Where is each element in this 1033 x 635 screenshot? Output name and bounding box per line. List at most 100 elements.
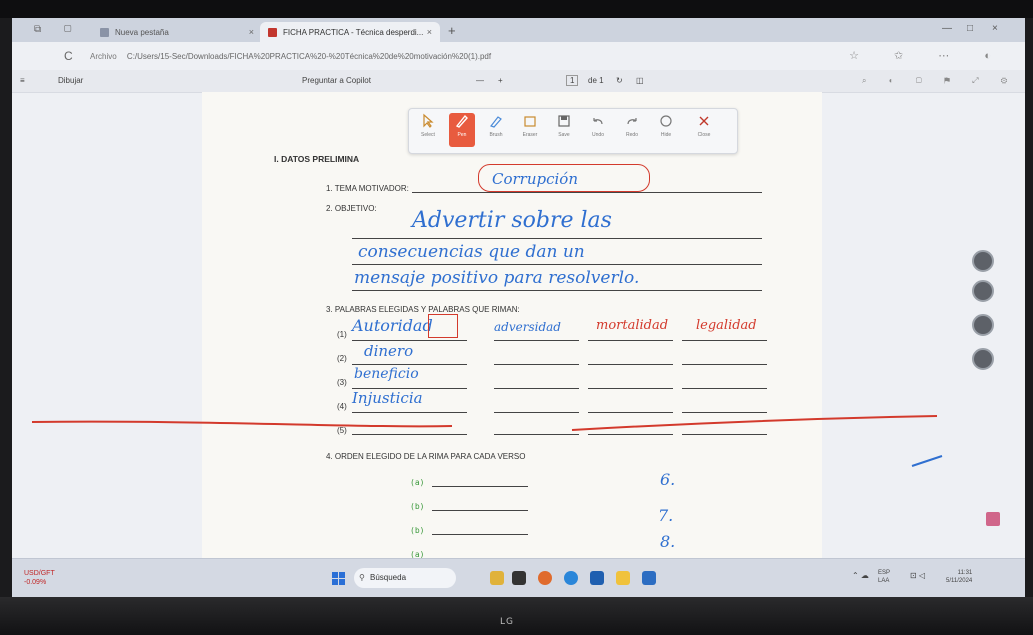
floating-app-icon[interactable] [986,512,1000,526]
url-field[interactable]: Archivo C:/Users/15-Sec/Downloads/FICHA%… [90,49,890,65]
pdf-right-tools[interactable]: ⌕ ◐ ▢ ⚑ ⤢ ⚙ [862,76,1017,86]
rima-letter: (a) [410,478,425,487]
draw-button[interactable]: Dibujar [58,76,83,85]
brush-tool[interactable]: Brush [483,113,509,147]
hide-icon [660,115,672,127]
redo-icon [627,118,637,125]
rhyme-rule [588,340,673,341]
objetivo-rule [352,238,762,239]
taskbar-app-icon[interactable] [616,571,630,585]
side-tool-button[interactable] [972,280,994,302]
rhyme-rule [682,434,767,435]
page-number-input[interactable]: 1 [566,75,579,86]
rhyme-rule [588,412,673,413]
address-bar: C Archivo C:/Users/15-Sec/Downloads/FICH… [12,42,1025,70]
objetivo-rule [352,264,762,265]
row-number: (1) [337,330,347,339]
objetivo-line-1: Advertir sobre las [412,208,612,233]
select-tool[interactable]: Select [415,113,441,147]
objetivo-label: 2. OBJETIVO: [326,204,377,213]
refresh-button[interactable]: C [64,49,73,63]
tab-bar: ⧉ ▢ Nueva pestaña × FICHA PRACTICA - Téc… [12,18,1025,42]
taskbar-app-icon[interactable] [512,571,526,585]
close-window-button[interactable]: × [992,23,998,34]
tab-close-icon[interactable]: × [249,27,254,37]
taskbar-search[interactable]: ⚲ Búsqueda [354,568,456,588]
tab-label: Nueva pestaña [115,27,169,37]
start-button[interactable] [332,572,345,585]
zoom-in-button[interactable]: + [498,76,503,85]
taskbar-app-icon[interactable] [590,571,604,585]
close-tool[interactable]: Close [691,113,717,147]
taskbar-app-icon[interactable] [642,571,656,585]
ask-copilot-button[interactable]: Preguntar a Copilot [302,76,371,85]
pen-tool[interactable]: Pen [449,113,475,147]
rima-letter: (b) [410,526,425,535]
word-handwriting: beneficio [354,366,419,382]
rhyme-rule [682,340,767,341]
word-handwriting: dinero [364,342,414,360]
minimize-button[interactable]: — [942,23,952,34]
word-rule [352,340,467,341]
market-widget[interactable]: USD/GFT -0.09% [24,569,55,587]
rima-rule [432,486,528,487]
pdf-icon [268,27,277,37]
side-tool-button[interactable] [972,250,994,272]
zoom-out-button[interactable]: — [476,76,484,85]
tab-pdf[interactable]: FICHA PRACTICA - Técnica desperdi... × [260,22,440,42]
rhyme-rule [588,388,673,389]
rhyme-rule [588,364,673,365]
contents-button[interactable]: ≡ [20,76,25,85]
taskbar-app-icon[interactable] [538,571,552,585]
objetivo-line-2: consecuencias que dan un [358,242,585,262]
page-view-button[interactable]: ◫ [636,76,644,85]
objetivo-line-3: mensaje positivo para resolverlo. [354,268,640,288]
redo-tool[interactable]: Redo [619,113,645,147]
rhyme-handwriting: adversidad [494,320,561,334]
network-icon[interactable]: ⊡ ◁ [910,571,925,580]
word-rule [352,364,467,365]
undo-icon [593,118,603,125]
row-number: (4) [337,402,347,411]
tab-bar-icons: ⧉ ▢ [34,24,82,35]
rhyme-rule [682,364,767,365]
rima-letter: (b) [410,502,425,511]
row-number: (2) [337,354,347,363]
search-icon: ⚲ [359,573,365,582]
orden-label: 4. ORDEN ELEGIDO DE LA RIMA PARA CADA VE… [326,452,526,461]
side-tool-button[interactable] [972,314,994,336]
row-number: (3) [337,378,347,387]
verse-number: 6. [660,470,676,489]
side-tool-button[interactable] [972,348,994,370]
tema-label: 1. TEMA MOTIVADOR: [326,184,409,193]
hide-tool[interactable]: Hide [653,113,679,147]
tab-new[interactable]: Nueva pestaña × [92,22,262,42]
rotate-button[interactable]: ↻ [616,76,623,85]
tab-close-icon[interactable]: × [427,27,432,37]
draw-toolbar-popup: Select Pen Brush Eraser Save Undo Redo H… [408,108,738,154]
word-rule [352,412,467,413]
language-indicator[interactable]: ESP LAA [878,569,890,585]
maximize-button[interactable]: □ [967,23,973,34]
close-icon [699,116,709,126]
eraser-icon [524,116,536,127]
rhyme-rule [494,434,579,435]
pdf-page: I. DATOS PRELIMINA 1. TEMA MOTIVADOR: Co… [202,92,822,597]
rhyme-rule [494,364,579,365]
word-handwriting: Autoridad [352,316,433,335]
save-tool[interactable]: Save [551,113,577,147]
taskbar-app-icon[interactable] [564,571,578,585]
tray-icons[interactable]: ⌃ ☁ [852,571,869,580]
clock[interactable]: 11:31 5/11/2024 [946,569,972,585]
pdf-toolbar: ≡ Dibujar Preguntar a Copilot — + 1 de 1… [12,70,1025,93]
address-actions[interactable]: ☆ ✩ ⋯ ◐ [849,49,1007,62]
tema-line [412,192,762,193]
rima-rule [432,510,528,511]
rhyme-rule [494,340,579,341]
eraser-tool[interactable]: Eraser [517,113,543,147]
taskbar-app-icon[interactable] [490,571,504,585]
new-tab-button[interactable]: + [448,23,456,38]
verse-number: 8. [660,532,676,551]
rima-rule [432,534,528,535]
undo-tool[interactable]: Undo [585,113,611,147]
